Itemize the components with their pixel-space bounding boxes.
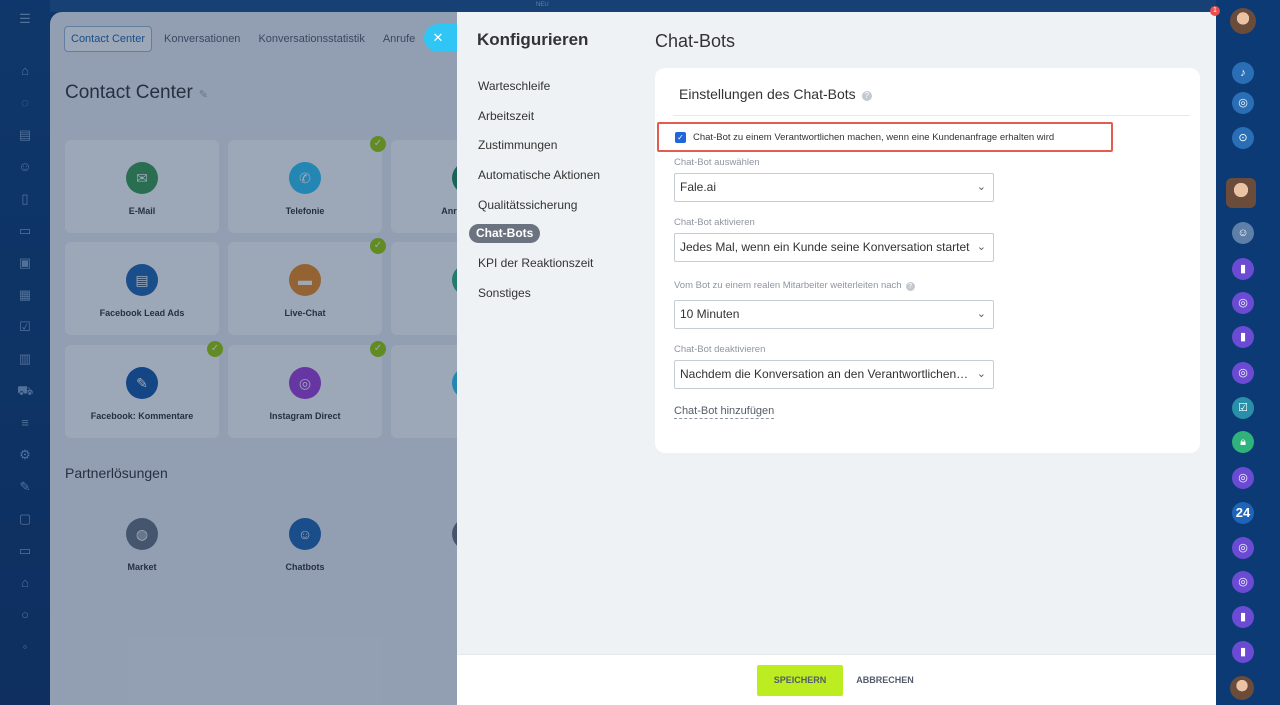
- assign-bot-checkbox-label: Chat-Bot zu einem Verantwortlichen mache…: [693, 131, 1055, 143]
- contact-avatar[interactable]: [1226, 178, 1256, 208]
- close-icon: ✕: [432, 30, 444, 45]
- forward-delay-dropdown[interactable]: 10 Minuten ⌄: [674, 300, 994, 329]
- chat-item-icon[interactable]: ▮: [1232, 606, 1254, 628]
- cancel-button[interactable]: ABBRECHEN: [852, 665, 918, 696]
- chat-item-icon[interactable]: ▮: [1232, 258, 1254, 280]
- chevron-down-icon: ⌄: [976, 181, 986, 193]
- group-avatar-icon[interactable]: ☺: [1232, 222, 1254, 244]
- member-avatar[interactable]: [1230, 676, 1254, 700]
- deactivate-bot-label: Chat-Bot deaktivieren: [674, 344, 766, 355]
- activate-bot-dropdown[interactable]: Jedes Mal, wenn ein Kunde seine Konversa…: [674, 233, 994, 262]
- forward-delay-label: Vom Bot zu einem realen Mitarbeiter weit…: [674, 280, 915, 291]
- search-chat-icon[interactable]: ⊙: [1232, 127, 1254, 149]
- nav-item-automatische-aktionen[interactable]: Automatische Aktionen: [469, 161, 639, 191]
- nav-title: Konfigurieren: [477, 30, 589, 49]
- chevron-down-icon: ⌄: [976, 368, 986, 380]
- user-avatar[interactable]: [1230, 8, 1256, 34]
- help-icon[interactable]: ?: [905, 282, 915, 291]
- task-item-icon[interactable]: ☑: [1232, 397, 1254, 419]
- save-button[interactable]: SPEICHERN: [757, 665, 843, 696]
- chat-item-icon[interactable]: ▮: [1232, 326, 1254, 348]
- openlines-icon[interactable]: ◎: [1232, 92, 1254, 114]
- help-icon[interactable]: ?: [861, 91, 872, 101]
- nav-item-chat-bots[interactable]: Chat-Bots: [469, 224, 541, 244]
- bitrix24-icon[interactable]: 24: [1232, 502, 1254, 524]
- nav-item-kpi-reaktionszeit[interactable]: KPI der Reaktionszeit: [469, 249, 639, 279]
- panel-footer: SPEICHERN ABBRECHEN: [457, 654, 1216, 705]
- openline-item-icon[interactable]: ◎: [1232, 537, 1254, 559]
- nav-item-qualitaetssicherung[interactable]: Qualitätssicherung: [469, 191, 639, 221]
- notifications-icon[interactable]: ♪: [1232, 62, 1254, 84]
- add-chatbot-link[interactable]: Chat-Bot hinzufügen: [674, 405, 775, 419]
- chatbot-settings-card: Einstellungen des Chat-Bots? ✓ Chat-Bot …: [655, 68, 1200, 453]
- nav-item-sonstiges[interactable]: Sonstiges: [469, 279, 639, 309]
- nav-item-zustimmungen[interactable]: Zustimmungen: [469, 131, 639, 161]
- right-rail: ♪ ◎ ⊙ ☺ ▮ ◎ ▮ ◎ ☑ 🔒︎ ◎ 24 ◎ ◎ ▮ ▮: [1216, 0, 1280, 705]
- openline-item-icon[interactable]: ◎: [1232, 292, 1254, 314]
- select-bot-dropdown[interactable]: Fale.ai ⌄: [674, 173, 994, 202]
- card-heading: Einstellungen des Chat-Bots?: [679, 86, 872, 102]
- openline-item-icon[interactable]: ◎: [1232, 467, 1254, 489]
- close-panel-button[interactable]: ✕: [424, 24, 458, 52]
- activate-bot-label: Chat-Bot aktivieren: [674, 217, 755, 228]
- select-bot-label: Chat-Bot auswählen: [674, 157, 760, 168]
- section-title: Chat-Bots: [655, 31, 736, 51]
- nav-item-arbeitszeit[interactable]: Arbeitszeit: [469, 102, 639, 132]
- deactivate-bot-dropdown[interactable]: Nachdem die Konversation an den Verantwo…: [674, 360, 994, 389]
- notification-badge: 1: [1210, 6, 1220, 16]
- openline-item-icon[interactable]: ◎: [1232, 362, 1254, 384]
- openline-item-icon[interactable]: ◎: [1232, 571, 1254, 593]
- chat-item-icon[interactable]: ▮: [1232, 641, 1254, 663]
- assign-bot-checkbox-row[interactable]: ✓ Chat-Bot zu einem Verantwortlichen mac…: [657, 122, 1113, 152]
- divider: [673, 115, 1190, 116]
- settings-nav: Warteschleife Arbeitszeit Zustimmungen A…: [469, 72, 639, 309]
- nav-item-warteschleife[interactable]: Warteschleife: [469, 72, 639, 102]
- lock-item-icon[interactable]: 🔒︎: [1232, 431, 1254, 453]
- assign-bot-checkbox[interactable]: ✓: [675, 131, 686, 143]
- configure-panel: Konfigurieren Warteschleife Arbeitszeit …: [457, 12, 1216, 705]
- chevron-down-icon: ⌄: [976, 241, 986, 253]
- chevron-down-icon: ⌄: [976, 308, 986, 320]
